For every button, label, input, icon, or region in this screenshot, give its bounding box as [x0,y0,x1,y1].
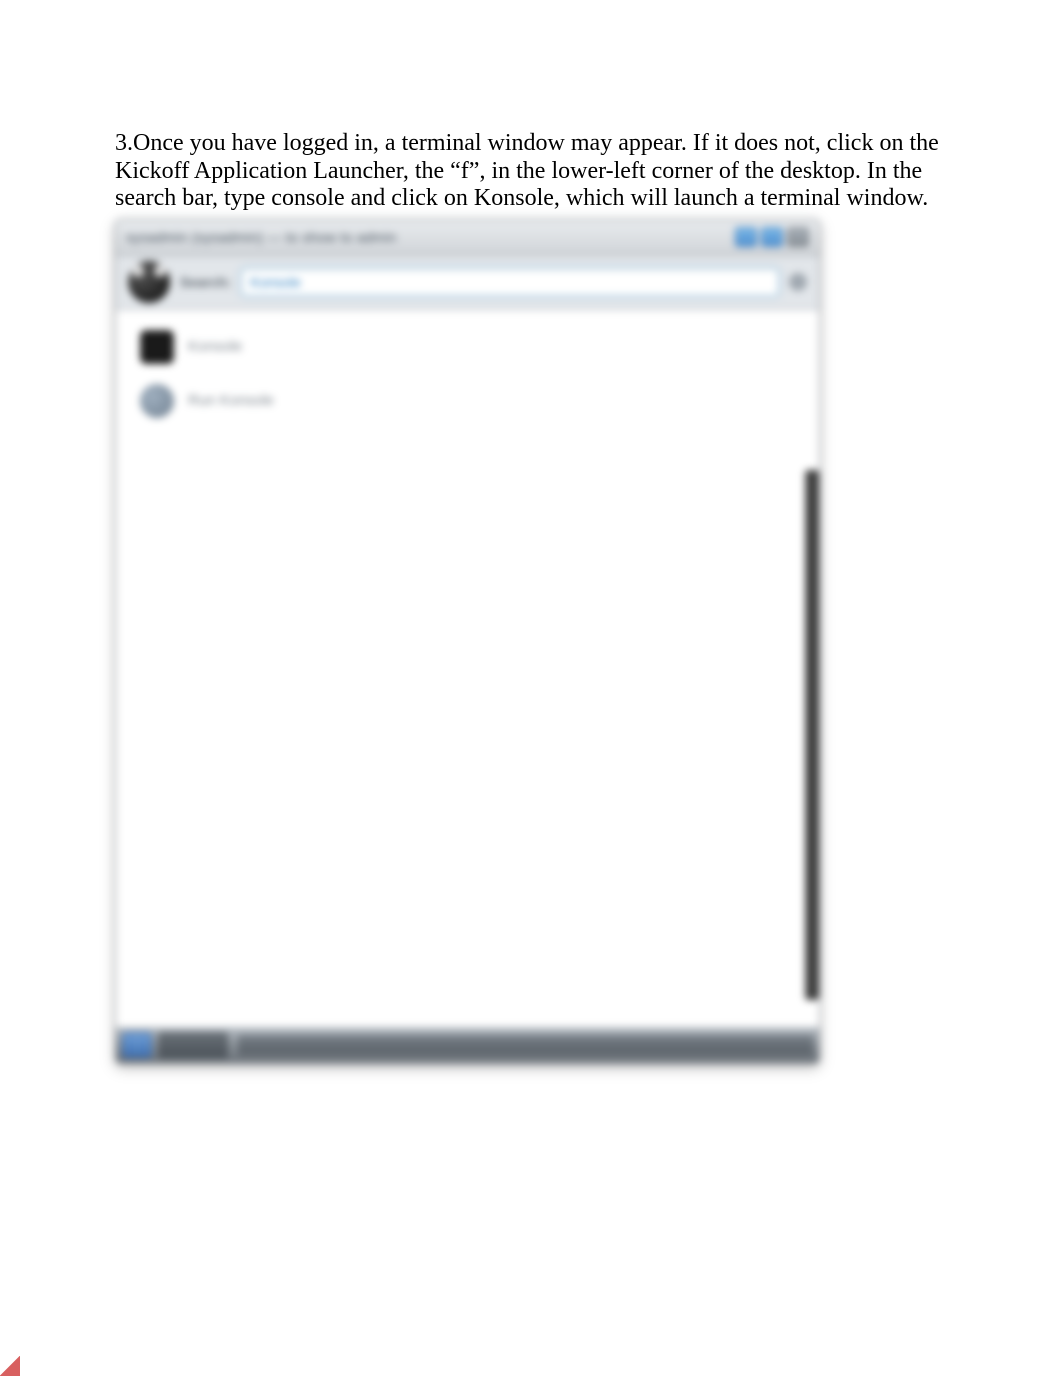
desktop-taskbar [116,1027,819,1063]
result-label: Konsole [188,338,242,355]
search-row: Search: [116,256,819,310]
run-command-icon [140,384,174,418]
konsole-icon [140,330,174,364]
search-input[interactable] [241,268,779,296]
kickoff-launcher-screenshot: sysadmin (sysadmin) — to show to admin S… [115,219,820,1064]
maximize-button[interactable] [761,227,783,247]
step-number: 3. [115,130,133,156]
launcher-window: sysadmin (sysadmin) — to show to admin S… [115,219,820,1064]
step-text: Once you have logged in, a terminal wind… [115,130,939,211]
result-item-run-konsole[interactable]: Run Konsole [116,374,819,428]
window-title-bar: sysadmin (sysadmin) — to show to admin [116,220,819,256]
window-title-text: sysadmin (sysadmin) — to show to admin [126,229,735,245]
instruction-paragraph: 3.Once you have logged in, a terminal wi… [115,130,947,213]
window-controls [735,227,809,247]
search-results-area: Konsole Run Konsole [116,310,819,1027]
launcher-logo-icon [128,261,170,303]
result-item-konsole[interactable]: Konsole [116,320,819,374]
taskbar-item[interactable] [158,1032,228,1058]
kickoff-launcher-button[interactable] [122,1032,152,1058]
close-button[interactable] [787,227,809,247]
taskbar-tray [238,1035,813,1055]
result-label: Run Konsole [188,392,274,409]
search-label: Search: [180,274,231,290]
results-scrollbar[interactable] [805,470,819,1000]
clear-search-icon[interactable] [789,273,807,291]
page-fold-corner [0,1356,20,1376]
minimize-button[interactable] [735,227,757,247]
